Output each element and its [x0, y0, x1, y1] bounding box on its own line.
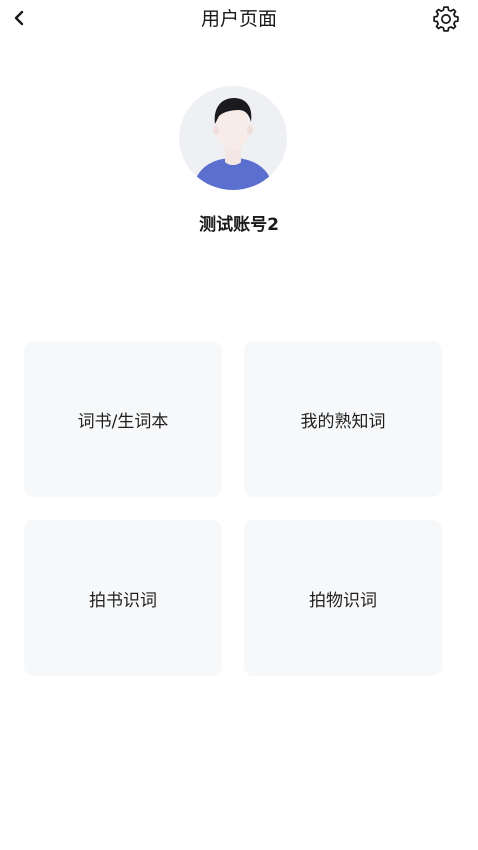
settings-button[interactable] [430, 3, 462, 35]
known-words-card[interactable]: 我的熟知词 [244, 341, 442, 497]
avatar[interactable] [179, 86, 287, 190]
scan-book-card-label: 拍书识词 [89, 590, 157, 611]
scan-book-card[interactable]: 拍书识词 [24, 520, 222, 676]
scan-object-card-label: 拍物识词 [309, 590, 377, 611]
wordbook-card[interactable]: 词书/生词本 [24, 341, 222, 497]
top-bar: 用户页面 [0, 0, 478, 38]
wordbook-card-label: 词书/生词本 [77, 411, 169, 432]
default-user-avatar-icon [179, 86, 287, 190]
known-words-card-label: 我的熟知词 [300, 411, 386, 432]
username: 测试账号2 [199, 215, 279, 235]
gear-icon [433, 6, 459, 32]
page-title: 用户页面 [200, 8, 277, 30]
scan-object-card[interactable]: 拍物识词 [244, 520, 442, 676]
